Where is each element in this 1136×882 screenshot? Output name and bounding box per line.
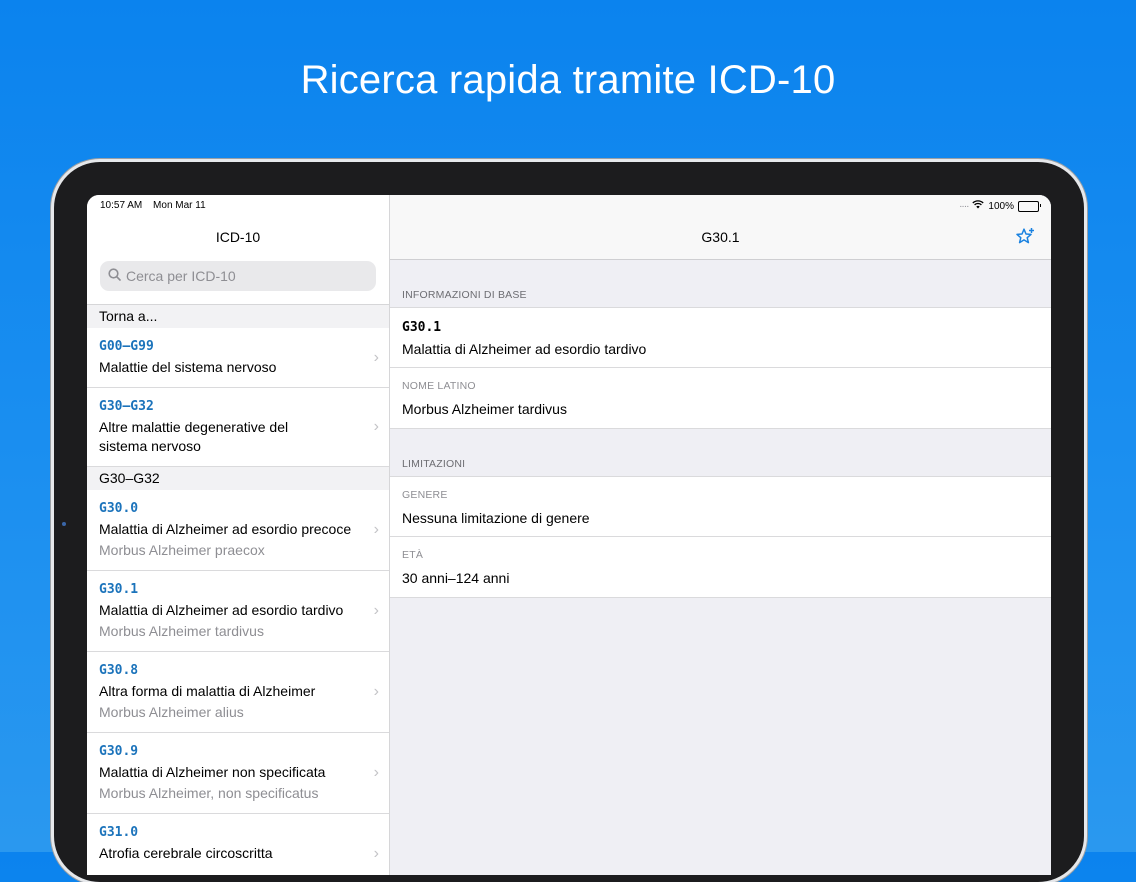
item-title: Atrofia cerebrale circoscritta — [99, 845, 273, 861]
battery-percent: 100% — [988, 200, 1014, 212]
item-title: Malattia di Alzheimer ad esordio precoce — [99, 521, 352, 537]
chevron-right-icon: › — [373, 521, 379, 538]
camera-dot — [62, 522, 66, 526]
detail-code: G30.1 — [402, 320, 442, 335]
item-title: Altra forma di malattia di Alzheimer — [99, 683, 316, 699]
chevron-right-icon: › — [373, 418, 379, 435]
section-header-back: Torna a... — [87, 305, 389, 328]
item-latin: Morbus Alzheimer praecox — [99, 542, 265, 558]
chevron-right-icon: › — [373, 348, 379, 366]
list-item-back-g00[interactable]: G00–G99 Malattie del sistema nervoso › — [87, 328, 389, 388]
code-list: Torna a... G00–G99 Malattie del sistema … — [87, 305, 389, 875]
section-header-group: G30–G32 — [87, 467, 389, 490]
status-time: 10:57 AM — [100, 200, 143, 211]
latin-value: Morbus Alzheimer tardivus — [402, 401, 567, 417]
item-latin: Morbus Alzheimer tardivus — [99, 623, 264, 639]
age-value: 30 anni–124 anni — [402, 570, 510, 586]
chevron-right-icon: › — [373, 683, 379, 700]
list-item-g31-0[interactable]: G31.0 Atrofia cerebrale circoscritta › — [87, 814, 389, 875]
item-code: G30.0 — [99, 501, 139, 516]
list-item-g30-8[interactable]: G30.8 Altra forma di malattia di Alzheim… — [87, 652, 389, 733]
sidebar: 10:57 AM Mon Mar 11 ICD-10 Torna a... G0… — [87, 195, 390, 875]
detail-title: G30.1 — [701, 229, 740, 245]
item-latin: Morbus Alzheimer, non specificatus — [99, 785, 319, 801]
status-left: 10:57 AM Mon Mar 11 — [100, 200, 214, 211]
chevron-right-icon: › — [373, 764, 379, 781]
item-code: G30.1 — [99, 582, 139, 597]
divider — [390, 536, 1051, 537]
battery-icon — [1018, 200, 1041, 212]
page-headline: Ricerca rapida tramite ICD-10 — [300, 58, 836, 102]
list-item-back-g30[interactable]: G30–G32 Altre malattie degenerative del … — [87, 388, 389, 467]
item-title: Malattia di Alzheimer non specificata — [99, 764, 326, 780]
item-latin: Morbus Alzheimer alius — [99, 704, 244, 720]
divider — [390, 367, 1051, 368]
item-code: G30–G32 — [99, 399, 154, 414]
star-plus-icon[interactable] — [1015, 227, 1035, 247]
chevron-right-icon: › — [373, 602, 379, 619]
status-date: Mon Mar 11 — [153, 200, 206, 211]
age-label: ETÀ — [402, 549, 424, 561]
detail-nav-bar: ···· 100% G30.1 — [390, 195, 1051, 260]
sidebar-title: ICD-10 — [215, 229, 261, 245]
ipad-screen: 10:57 AM Mon Mar 11 ICD-10 Torna a... G0… — [87, 195, 1051, 875]
latin-label: NOME LATINO — [402, 380, 476, 392]
detail-pane: ···· 100% G30.1 INFORMAZIONI DI BASE G30… — [390, 195, 1051, 875]
gender-label: GENERE — [402, 489, 448, 501]
item-title: Altre malattie degenerative del sistema … — [99, 419, 289, 454]
section-header-limits: LIMITAZIONI — [402, 458, 466, 470]
list-item-g30-9[interactable]: G30.9 Malattia di Alzheimer non specific… — [87, 733, 389, 814]
search-icon — [108, 268, 126, 284]
item-title: Malattie del sistema nervoso — [99, 359, 277, 375]
status-right: ···· 100% — [959, 200, 1041, 212]
gender-value: Nessuna limitazione di genere — [402, 510, 590, 526]
item-code: G31.0 — [99, 825, 139, 840]
list-item-g30-1[interactable]: G30.1 Malattia di Alzheimer ad esordio t… — [87, 571, 389, 652]
item-code: G30.9 — [99, 744, 139, 759]
limits-group: GENERE Nessuna limitazione di genere ETÀ… — [390, 476, 1051, 598]
basic-info-group: G30.1 Malattia di Alzheimer ad esordio t… — [390, 307, 1051, 429]
signal-icon: ···· — [959, 200, 969, 212]
wifi-icon — [972, 200, 985, 212]
item-code: G30.8 — [99, 663, 139, 678]
item-code: G00–G99 — [99, 339, 154, 354]
detail-description: Malattia di Alzheimer ad esordio tardivo — [402, 341, 647, 357]
search-input[interactable] — [126, 268, 356, 284]
chevron-right-icon: › — [373, 845, 379, 862]
item-title: Malattia di Alzheimer ad esordio tardivo — [99, 602, 344, 618]
search-bar[interactable] — [100, 261, 376, 291]
list-item-g30-0[interactable]: G30.0 Malattia di Alzheimer ad esordio p… — [87, 490, 389, 571]
section-header-basic-info: INFORMAZIONI DI BASE — [402, 289, 527, 301]
